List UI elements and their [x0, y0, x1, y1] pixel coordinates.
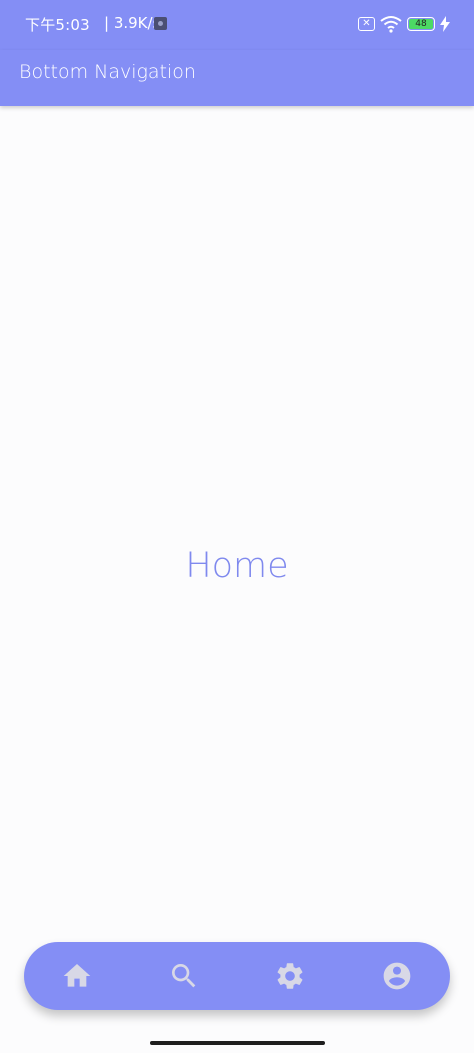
wifi-icon — [380, 15, 402, 37]
status-time: 下午5:03 — [25, 16, 90, 34]
home-icon — [63, 964, 91, 987]
battery-level: 48 — [409, 19, 433, 29]
app-title: Bottom Navigation — [19, 61, 196, 83]
account-icon — [383, 962, 411, 990]
nav-item-search[interactable] — [156, 948, 212, 1004]
sim-icon-label: ✕ — [362, 18, 371, 29]
status-net-speed: | 3.9K/s — [104, 14, 161, 32]
charging-icon — [440, 16, 450, 36]
battery-icon: 48 — [407, 17, 435, 31]
bottom-navigation — [24, 942, 450, 1010]
settings-icon — [277, 963, 303, 989]
status-bar: 下午5:03 | 3.9K/s ✕ 48 — [0, 0, 474, 50]
sim-icon: ✕ — [358, 17, 375, 31]
app-notification-icon — [154, 17, 167, 30]
nav-item-home[interactable] — [49, 948, 105, 1004]
page-label: Home — [185, 546, 289, 586]
app-bar: Bottom Navigation — [0, 50, 474, 106]
home-indicator[interactable] — [150, 1041, 325, 1045]
search-icon — [171, 964, 196, 988]
nav-item-account[interactable] — [369, 948, 425, 1004]
nav-item-settings[interactable] — [262, 948, 318, 1004]
